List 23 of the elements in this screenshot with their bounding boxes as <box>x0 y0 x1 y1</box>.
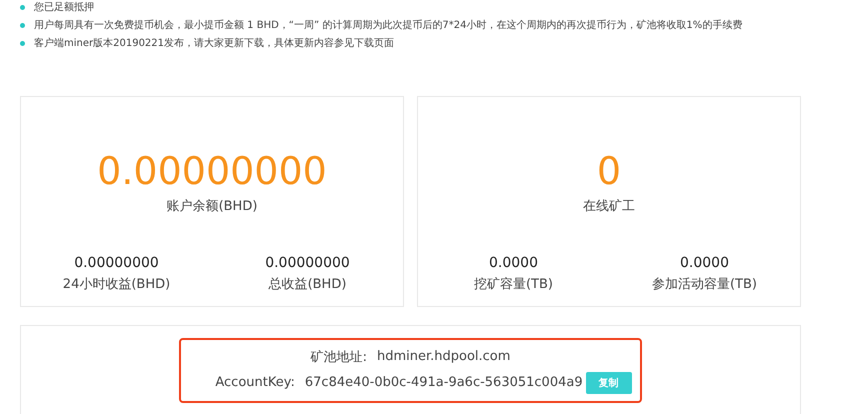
copy-button[interactable]: 复制 <box>586 372 632 394</box>
main-label: 账户余额(BHD) <box>166 198 258 215</box>
stat-label: 总收益(BHD) <box>268 276 346 293</box>
bullet-icon <box>20 41 25 46</box>
notice-text: 客户端miner版本20190221发布，请大家更新下载，具体更新内容参见下载页面 <box>34 36 394 51</box>
bullet-icon <box>20 23 25 28</box>
main-value: 0.00000000 <box>97 149 327 193</box>
stat-value: 0.00000000 <box>74 255 159 271</box>
stat-label: 挖矿容量(TB) <box>474 276 553 293</box>
main-value: 0 <box>596 149 622 193</box>
stat-label: 参加活动容量(TB) <box>652 276 757 293</box>
notice-text: 您已足额抵押 <box>34 0 94 15</box>
bullet-icon <box>20 5 25 10</box>
key-label: AccountKey: <box>215 375 295 390</box>
stat-value: 0.0000 <box>489 255 538 271</box>
stat-value: 0.0000 <box>680 255 729 271</box>
address-label: 矿池地址: <box>310 348 367 366</box>
notice-text: 用户每周具有一次免费提币机会，最小提币金额 1 BHD，“一周” 的计算周期为此次提币后的7*24小时，在这个周期内的再次提币行为，矿池将收取1%的手续费 <box>34 18 742 33</box>
stat-value: 0.00000000 <box>265 255 350 271</box>
address-value: hdminer.hdpool.com <box>376 349 510 364</box>
stat-label: 24小时收益(BHD) <box>62 276 170 293</box>
key-value: 67c84e40-0b0c-491a-9a6c-563051c004a9 <box>304 375 583 390</box>
main-label: 在线矿工 <box>583 198 635 215</box>
